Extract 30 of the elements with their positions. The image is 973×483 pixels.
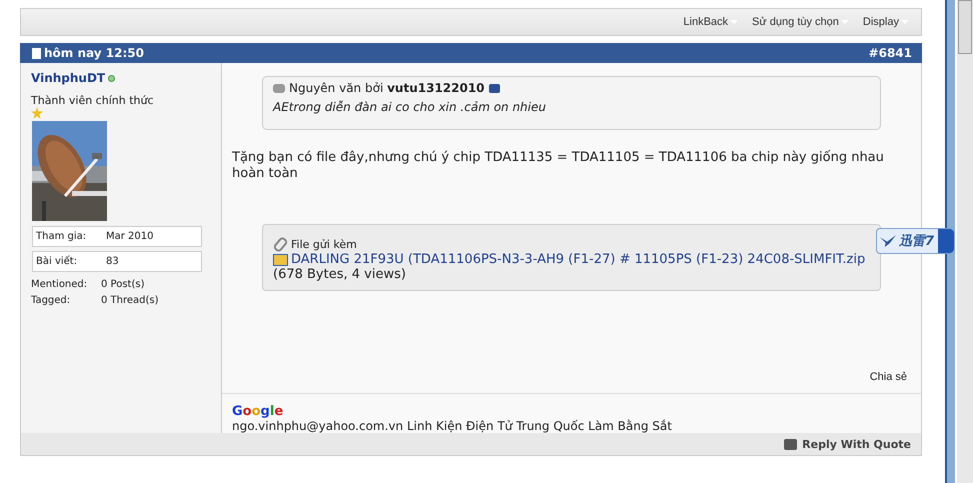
shield-icon bbox=[938, 229, 954, 253]
attachment-title: File gửi kèm bbox=[291, 237, 357, 252]
stat-label: Tagged: bbox=[31, 294, 72, 306]
quote-text: AEtrong diễn đàn ai co cho xin .cảm on nhieu bbox=[273, 100, 547, 114]
post-message: Tặng bạn có file đây,nhưng chú ý chip TDA11135 = TDA11105 = TDA11106 ba chip này giống nhau hoàn toàn bbox=[232, 150, 885, 182]
username-link[interactable]: VinhphuDT bbox=[31, 71, 106, 85]
menu-link[interactable]: Sử dụng tùy chọn bbox=[752, 16, 849, 28]
signature-logo: Google bbox=[232, 404, 284, 419]
stat-value: Mar 2010 bbox=[106, 231, 154, 242]
quote-attribution: Nguyên văn bởi vutu13122010 bbox=[289, 81, 485, 95]
user-rank: Thành viên chính thức bbox=[31, 94, 154, 107]
menu-link[interactable]: Display bbox=[862, 16, 909, 28]
signature-text: ngo.vinhphu@yahoo.com.vn Linh Kiện Điện Tử Trung Quốc Làm Bằng Sắt bbox=[232, 419, 673, 433]
reply-with-quote-button[interactable]: Reply With Quote bbox=[784, 438, 911, 450]
scrollbar[interactable] bbox=[957, 0, 973, 483]
stat-label: Mentioned: bbox=[31, 278, 88, 290]
share-link[interactable]: Chia sẻ bbox=[870, 370, 907, 390]
stat-label: Tham gia: bbox=[36, 231, 88, 242]
stat-value: 0 Thread(s) bbox=[101, 294, 159, 306]
menu-link[interactable]: LinkBack bbox=[683, 16, 738, 28]
post-number[interactable]: #6841 bbox=[868, 46, 912, 60]
document-icon bbox=[32, 48, 41, 58]
stat-value: 83 bbox=[106, 256, 119, 267]
file-link[interactable]: DARLING 21F93U (TDA11106PS-N3-3-AH9 (F1-27) # 11105PS (F1-23) 24C08-SLIMFIT.zip bbox=[291, 252, 866, 268]
stat-value: 0 Post(s) bbox=[101, 278, 144, 290]
file-info: (678 Bytes, 4 views) bbox=[273, 267, 407, 282]
post-date: hôm nay 12:50 bbox=[44, 46, 144, 60]
download-widget[interactable]: 迅雷7 bbox=[876, 228, 956, 254]
archive-icon bbox=[273, 254, 288, 266]
stat-label: Bài viết: bbox=[36, 256, 78, 267]
